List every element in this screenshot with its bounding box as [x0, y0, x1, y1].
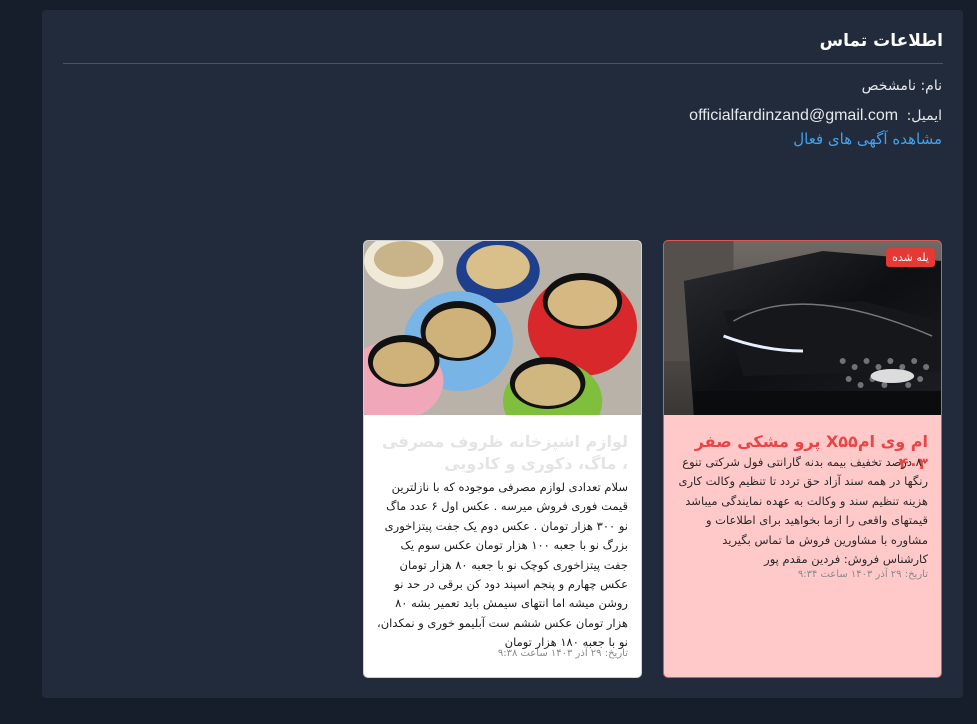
- sold-badge: یله شده: [886, 248, 935, 267]
- card-description: سلام تعدادی لوازم مصرفی موجوده که با ناز…: [376, 480, 628, 650]
- ad-card-mugs[interactable]: لوازم اشپزخانه ظروف مصرفی ، ماگ، دکوری و…: [363, 240, 642, 678]
- active-ads-link[interactable]: مشاهده آگهی های فعال: [793, 130, 942, 148]
- colorful-mugs-photo: [364, 241, 641, 415]
- email-label: ایمیل:: [906, 108, 942, 124]
- name-label: نام:: [920, 78, 942, 94]
- card-date: تاریخ: ۲۹ آذر ۱۴۰۳ ساعت ۹:۳۴: [797, 569, 928, 580]
- card-description: ۸۰ درصد تخفیف بیمه بدنه گارانتی فول شرکت…: [678, 455, 928, 567]
- contact-name: نام: نامشخص: [862, 78, 942, 94]
- name-value: نامشخص: [861, 78, 916, 94]
- email-value: officialfardinzand@gmail.com: [689, 107, 899, 124]
- contact-email: ایمیل: officialfardinzand@gmail.com: [689, 107, 942, 125]
- panel-title: اطلاعات تماس: [819, 31, 943, 51]
- card-date: تاریخ: ۲۹ آذر ۱۴۰۳ ساعت ۹:۳۸: [497, 648, 628, 659]
- black-suv-photo: یله شده: [664, 241, 941, 415]
- divider: [63, 63, 943, 64]
- ad-card-car[interactable]: یله شده ام وی امX۵۵ پرو مشکی صفر ۴۰۳ ۸۰ …: [663, 240, 942, 678]
- card-title: لوازم اشپزخانه ظروف مصرفی ، ماگ، دکوری و…: [382, 432, 628, 473]
